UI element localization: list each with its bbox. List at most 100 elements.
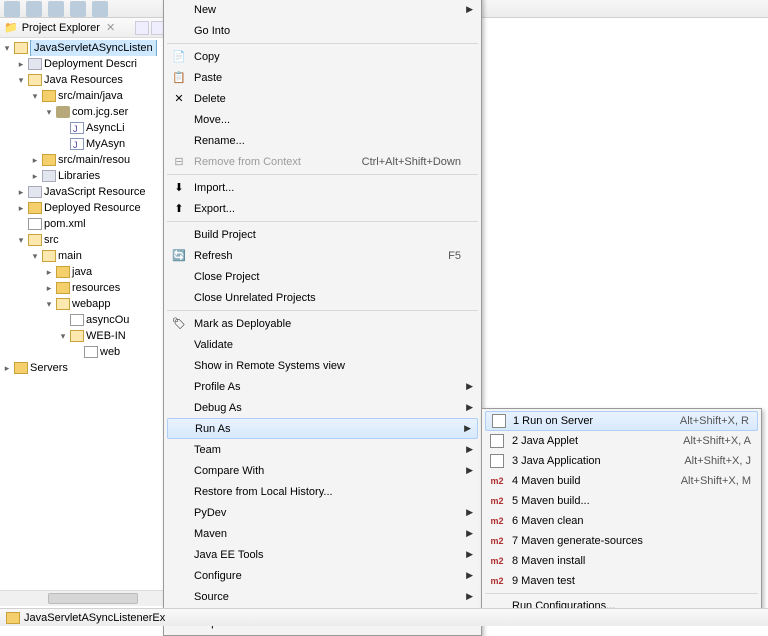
menu-item[interactable]: Configure▶: [166, 565, 479, 586]
menu-item[interactable]: 🏷Mark as Deployable: [166, 313, 479, 334]
tree-item[interactable]: ▸ src/main/resou: [2, 152, 169, 168]
tree-item[interactable]: ▾src/main/java: [2, 88, 169, 104]
submenu-item[interactable]: m24 Maven buildAlt+Shift+X, M: [484, 471, 759, 491]
menu-item[interactable]: PyDev▶: [166, 502, 479, 523]
tree-item[interactable]: MyAsyn: [2, 136, 169, 152]
run-as-submenu[interactable]: 1 Run on ServerAlt+Shift+X, R2 Java Appl…: [481, 408, 762, 619]
expand-icon[interactable]: ▾: [30, 88, 40, 104]
tree-icon: [42, 90, 56, 102]
submenu-item[interactable]: m26 Maven clean: [484, 511, 759, 531]
submenu-icon: [491, 413, 507, 429]
expand-icon[interactable]: ▾: [30, 248, 40, 264]
menu-item[interactable]: Close Project: [166, 266, 479, 287]
menu-separator: [167, 43, 478, 44]
toolbar-icon[interactable]: [26, 1, 42, 17]
tree-item[interactable]: ▾JavaServletASyncListen: [2, 40, 169, 56]
menu-item[interactable]: ⬇Import...: [166, 177, 479, 198]
expand-icon[interactable]: ▸: [30, 168, 40, 184]
menu-item[interactable]: Move...: [166, 109, 479, 130]
menu-item[interactable]: Team▶: [166, 439, 479, 460]
menu-item[interactable]: Run As▶: [167, 418, 478, 439]
tree-item[interactable]: ▸Libraries: [2, 168, 169, 184]
scrollbar-thumb[interactable]: [48, 593, 138, 604]
tree-label: Deployed Resource: [44, 200, 141, 216]
submenu-item[interactable]: m27 Maven generate-sources: [484, 531, 759, 551]
submenu-shortcut: Alt+Shift+X, J: [684, 455, 751, 467]
menu-item[interactable]: New▶: [166, 0, 479, 20]
menu-separator: [167, 174, 478, 175]
submenu-item[interactable]: m25 Maven build...: [484, 491, 759, 511]
expand-icon[interactable]: ▸: [30, 152, 40, 168]
project-tree[interactable]: ▾JavaServletASyncListen▸Deployment Descr…: [0, 38, 169, 378]
expand-icon[interactable]: ▾: [16, 232, 26, 248]
tree-item[interactable]: ▸Servers: [2, 360, 169, 376]
submenu-item[interactable]: m28 Maven install: [484, 551, 759, 571]
expand-icon[interactable]: ▾: [44, 296, 54, 312]
menu-item[interactable]: 📋Paste: [166, 67, 479, 88]
tree-item[interactable]: pom.xml: [2, 216, 169, 232]
submenu-arrow-icon: ▶: [466, 4, 473, 15]
project-icon: [6, 612, 20, 624]
expand-icon[interactable]: ▸: [16, 184, 26, 200]
toolbar-icon[interactable]: [70, 1, 86, 17]
menu-item[interactable]: ✕Delete: [166, 88, 479, 109]
menu-item[interactable]: Validate: [166, 334, 479, 355]
context-menu[interactable]: New▶Go Into 📄Copy📋Paste✕Delete Move... Rena…: [163, 0, 482, 636]
menu-item[interactable]: ⊟Remove from ContextCtrl+Alt+Shift+Down: [166, 151, 479, 172]
tree-item[interactable]: AsyncLi: [2, 120, 169, 136]
expand-icon[interactable]: ▾: [2, 40, 12, 56]
menu-item[interactable]: Rename...: [166, 130, 479, 151]
menu-item[interactable]: Java EE Tools▶: [166, 544, 479, 565]
menu-item[interactable]: 🔄RefreshF5: [166, 245, 479, 266]
menu-label: Show in Remote Systems view: [194, 360, 345, 372]
menu-item[interactable]: 📄Copy: [166, 46, 479, 67]
menu-item[interactable]: Go Into: [166, 20, 479, 41]
tree-label: Java Resources: [44, 72, 123, 88]
toolbar-icon[interactable]: [4, 1, 20, 17]
tree-item[interactable]: ▸Deployment Descri: [2, 56, 169, 72]
tree-item[interactable]: ▾ Java Resources: [2, 72, 169, 88]
menu-label: Move...: [194, 114, 230, 126]
expand-icon[interactable]: ▾: [16, 72, 26, 88]
menu-item[interactable]: Show in Remote Systems view: [166, 355, 479, 376]
submenu-item[interactable]: 2 Java AppletAlt+Shift+X, A: [484, 431, 759, 451]
tree-item[interactable]: ▾webapp: [2, 296, 169, 312]
menu-item[interactable]: Build Project: [166, 224, 479, 245]
expand-icon[interactable]: ▸: [44, 264, 54, 280]
tree-icon: [70, 122, 84, 134]
tree-item[interactable]: ▸java: [2, 264, 169, 280]
toolbar-icon[interactable]: [48, 1, 64, 17]
submenu-item[interactable]: 3 Java ApplicationAlt+Shift+X, J: [484, 451, 759, 471]
toolbar-icon[interactable]: [92, 1, 108, 17]
tree-item[interactable]: ▾WEB-IN: [2, 328, 169, 344]
expand-icon[interactable]: ▸: [2, 360, 12, 376]
menu-item[interactable]: Profile As▶: [166, 376, 479, 397]
tree-item[interactable]: ▸ Deployed Resource: [2, 200, 169, 216]
expand-icon[interactable]: ▸: [16, 56, 26, 72]
menu-item[interactable]: Source▶: [166, 586, 479, 607]
menu-item[interactable]: Debug As▶: [166, 397, 479, 418]
tree-item[interactable]: ▸JavaScript Resource: [2, 184, 169, 200]
menu-label: Profile As: [194, 381, 240, 393]
tree-icon: [14, 362, 28, 374]
menu-item[interactable]: Maven▶: [166, 523, 479, 544]
tree-item[interactable]: ▾main: [2, 248, 169, 264]
tree-item[interactable]: web: [2, 344, 169, 360]
menu-item[interactable]: Close Unrelated Projects: [166, 287, 479, 308]
tree-label: src/main/resou: [58, 152, 130, 168]
submenu-item[interactable]: 1 Run on ServerAlt+Shift+X, R: [485, 411, 758, 431]
menu-item[interactable]: ⬆Export...: [166, 198, 479, 219]
expand-icon[interactable]: ▸: [44, 280, 54, 296]
horizontal-scrollbar[interactable]: [0, 590, 169, 606]
menu-item[interactable]: Compare With▶: [166, 460, 479, 481]
tree-item[interactable]: ▾com.jcg.ser: [2, 104, 169, 120]
tree-item[interactable]: asyncOu: [2, 312, 169, 328]
expand-icon[interactable]: ▸: [16, 200, 26, 216]
close-icon[interactable]: ✕: [106, 21, 115, 34]
expand-icon[interactable]: ▾: [44, 104, 54, 120]
expand-icon[interactable]: ▾: [58, 328, 68, 344]
tree-item[interactable]: ▾src: [2, 232, 169, 248]
tree-item[interactable]: ▸resources: [2, 280, 169, 296]
menu-item[interactable]: Restore from Local History...: [166, 481, 479, 502]
submenu-item[interactable]: m29 Maven test: [484, 571, 759, 591]
